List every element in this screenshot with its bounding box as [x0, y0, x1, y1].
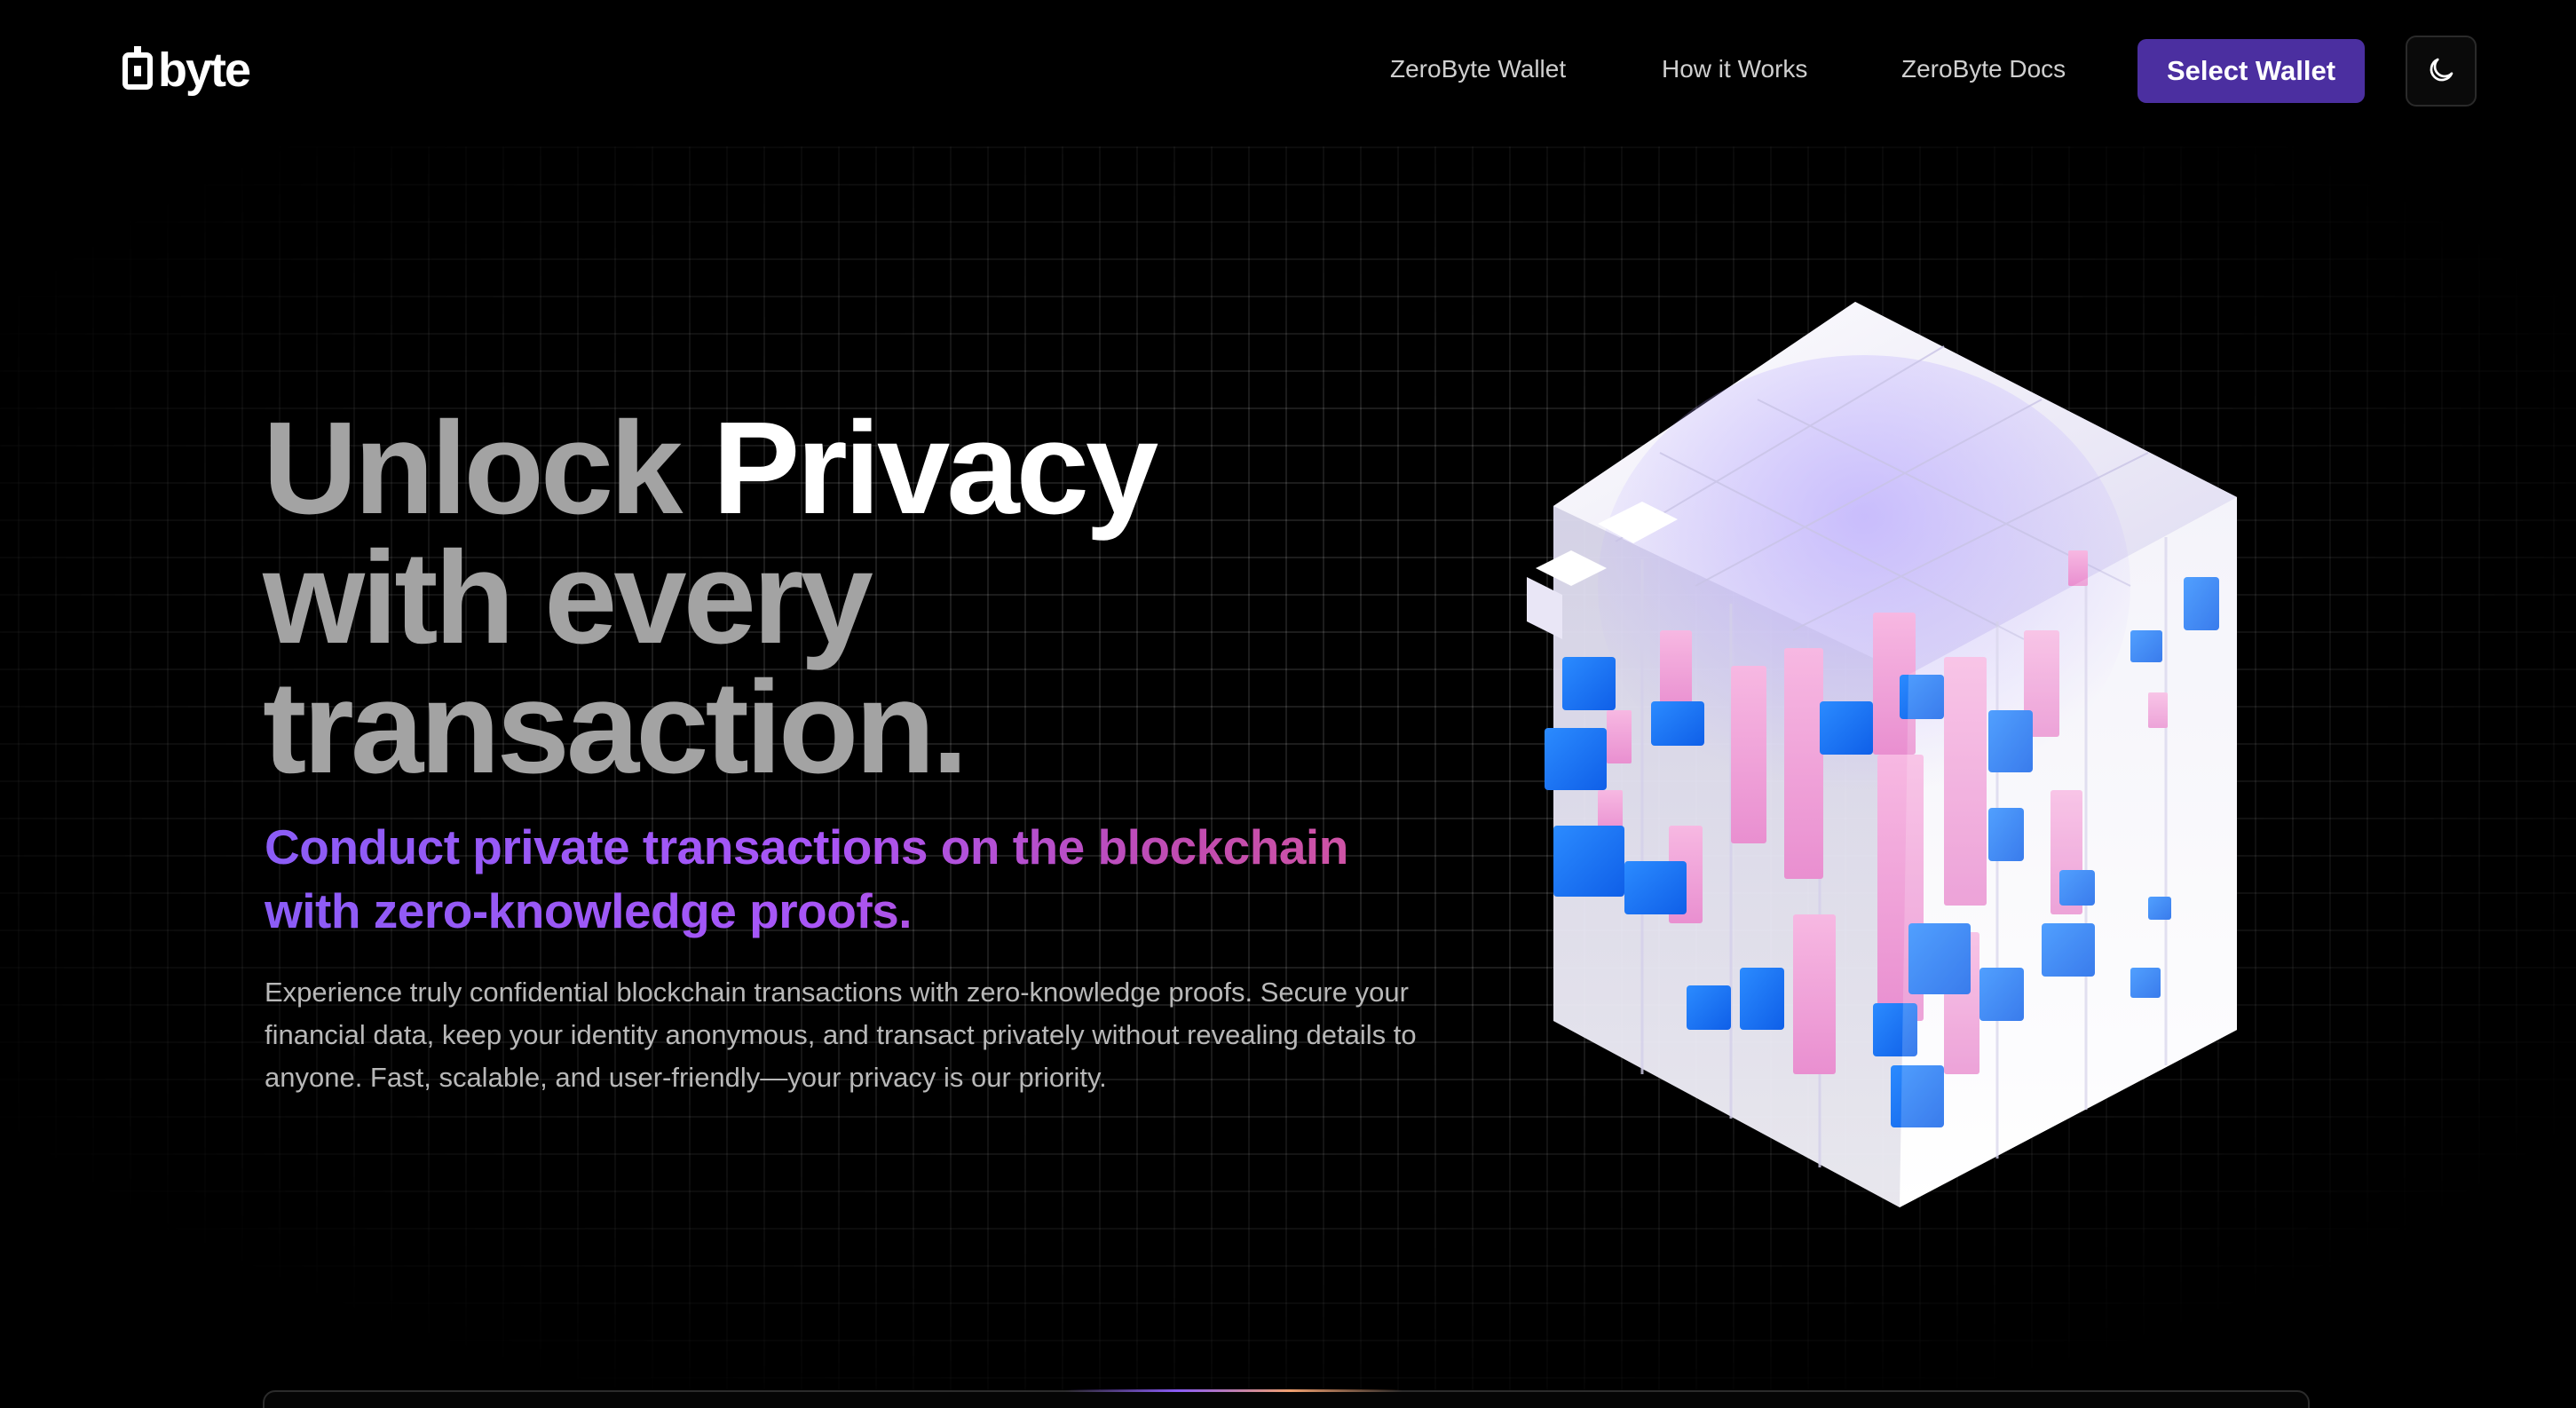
hero-description: Experience truly confidential blockchain… [265, 977, 1417, 1093]
nav-link-zerobyte-docs[interactable]: ZeroByte Docs [1901, 55, 2066, 83]
site-header: byte ZeroByte Wallet How it Works ZeroBy… [0, 0, 2576, 142]
isometric-cubes-illustration [1527, 293, 2255, 1234]
hero-title-line2: with every [263, 525, 873, 671]
hero-title-accent: Privacy [712, 395, 1159, 542]
nav-link-how-it-works[interactable]: How it Works [1662, 55, 1807, 83]
bottom-panel [263, 1390, 2310, 1408]
hero-title-line3: transaction. [263, 654, 968, 801]
brand-name: byte [158, 44, 251, 97]
hero-title-part1: Unlock [263, 395, 683, 542]
brand-logo[interactable]: byte [122, 44, 251, 97]
hero-subtitle-line1: Conduct private transactions on the bloc… [265, 819, 1348, 874]
select-wallet-button[interactable]: Select Wallet [2137, 39, 2365, 103]
theme-toggle-button[interactable] [2406, 36, 2477, 107]
hero-subtitle: Conduct private transactions on the bloc… [265, 815, 1489, 943]
nav-link-zerobyte-wallet[interactable]: ZeroByte Wallet [1390, 55, 1566, 83]
hero-subtitle-line2: with zero-knowledge proofs. [265, 883, 913, 938]
bottom-panel-glow [1065, 1389, 1403, 1392]
moon-icon [2425, 54, 2457, 89]
hero-title: Unlock Privacy with every transaction. [263, 403, 1239, 794]
landing-page: byte ZeroByte Wallet How it Works ZeroBy… [0, 0, 2576, 1408]
zero-digit-logo-icon [122, 46, 153, 94]
